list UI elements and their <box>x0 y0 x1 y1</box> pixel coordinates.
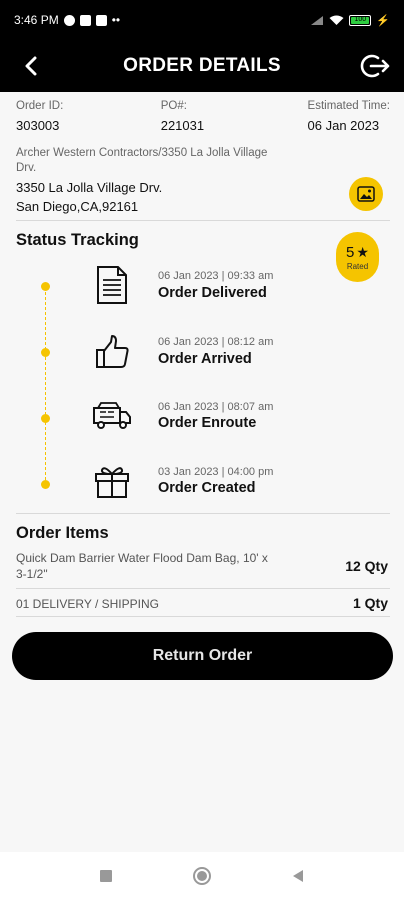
order-id-label: Order ID: <box>16 100 64 112</box>
divider <box>16 616 390 617</box>
gift-icon <box>92 461 132 501</box>
list-item: Quick Dam Barrier Water Flood Dam Bag, 1… <box>16 550 268 582</box>
chevron-left-icon <box>25 56 37 76</box>
system-nav-bar <box>0 852 404 900</box>
item-name: 01 DELIVERY / SHIPPING <box>16 597 159 611</box>
divider <box>16 588 390 589</box>
back-nav-button[interactable] <box>290 868 306 884</box>
app-header: ORDER DETAILS <box>0 40 404 92</box>
timeline-dot <box>41 348 50 357</box>
item-quantity: 1 Qty <box>352 595 388 611</box>
wifi-icon <box>329 15 344 25</box>
rating-label: Rated <box>346 261 369 271</box>
star-icon: ★ <box>356 243 369 260</box>
notification-icon <box>63 14 75 26</box>
company-address: Archer Western Contractors/3350 La Jolla… <box>16 147 268 174</box>
status-bar: 3:46 PM •• 100 ⚡ <box>0 0 404 40</box>
mail-icon <box>79 14 91 26</box>
more-notifications-indicator: •• <box>111 13 121 27</box>
step-time: 06 Jan 2023 | 08:07 am <box>158 401 274 413</box>
item-name-cont: 3-1/2" <box>16 567 48 581</box>
signal-icon <box>311 15 324 25</box>
home-button[interactable] <box>192 866 212 886</box>
return-order-button[interactable]: Return Order <box>12 632 393 680</box>
app-notification-icon <box>95 14 107 26</box>
step-time: 06 Jan 2023 | 09:33 am <box>158 270 274 282</box>
page-title: ORDER DETAILS <box>123 55 281 76</box>
estimated-time: Estimated Time: 06 Jan 2023 <box>308 100 390 133</box>
item-quantity: 12 Qty <box>345 558 388 574</box>
logout-button[interactable] <box>360 52 390 80</box>
order-id: Order ID: 303003 <box>16 100 63 133</box>
divider <box>16 220 390 221</box>
truck-icon <box>92 395 132 435</box>
battery-icon: 100 <box>349 14 372 26</box>
step-status: Order Arrived <box>158 351 252 367</box>
timeline-dot <box>41 414 50 423</box>
step-status: Order Created <box>158 480 256 496</box>
address-line-1: 3350 La Jolla Village Drv. <box>16 180 163 195</box>
order-id-value: 303003 <box>16 118 60 133</box>
list-item: 01 DELIVERY / SHIPPING <box>16 596 159 612</box>
document-icon <box>92 265 132 305</box>
recent-apps-button[interactable] <box>98 868 114 884</box>
status-time: 3:46 PM <box>14 13 59 27</box>
step-time: 06 Jan 2023 | 08:12 am <box>158 336 274 348</box>
image-icon <box>357 186 375 202</box>
po-value: 221031 <box>160 118 205 133</box>
po-number: PO#: 221031 <box>161 100 204 133</box>
timeline-dot <box>41 480 50 489</box>
back-button[interactable] <box>20 54 42 78</box>
order-items-title: Order Items <box>16 524 109 542</box>
divider <box>16 513 390 514</box>
step-status: Order Delivered <box>158 285 267 301</box>
charging-icon: ⚡ <box>376 14 390 27</box>
logout-icon <box>360 54 390 78</box>
item-name: Quick Dam Barrier Water Flood Dam Bag, 1… <box>16 551 268 565</box>
timeline-line <box>45 287 46 485</box>
rating-badge[interactable]: 5 ★ Rated <box>336 232 379 282</box>
estimated-time-label: Estimated Time: <box>307 100 390 112</box>
view-photo-button[interactable] <box>349 177 383 211</box>
address-line-2: San Diego,CA,92161 <box>16 199 139 214</box>
rating-value: 5 <box>346 243 355 261</box>
step-status: Order Enroute <box>158 415 257 431</box>
po-label: PO#: <box>160 100 187 112</box>
order-info: Order ID: 303003 PO#: 221031 Estimated T… <box>16 100 390 133</box>
step-time: 03 Jan 2023 | 04:00 pm <box>158 466 274 478</box>
estimated-time-value: 06 Jan 2023 <box>307 118 380 133</box>
thumbs-up-icon <box>92 332 132 372</box>
timeline-dot <box>41 282 50 291</box>
status-tracking-title: Status Tracking <box>16 231 139 249</box>
